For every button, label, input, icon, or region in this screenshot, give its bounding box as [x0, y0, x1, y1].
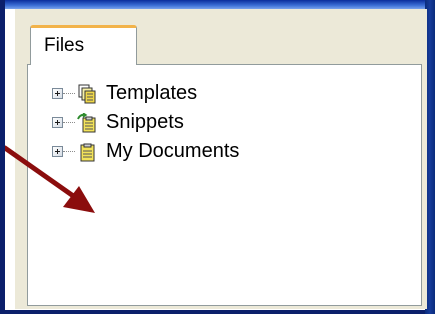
window-frame: Files Templates Snippets My Documents — [0, 0, 435, 314]
annotation-arrow-icon — [5, 145, 95, 213]
